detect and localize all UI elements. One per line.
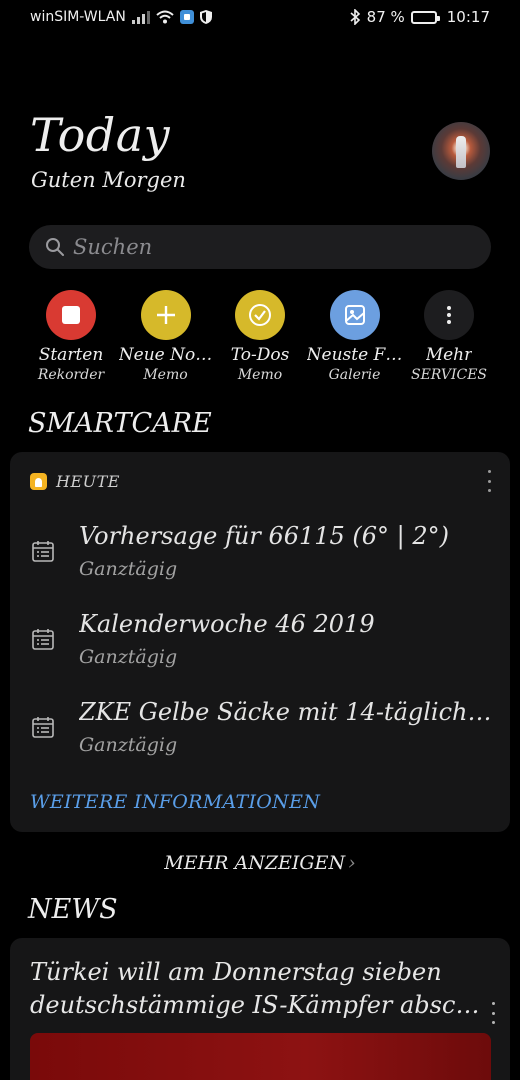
today-screen: winSIM-WLAN 87 % 10:17 Today Guten Morge… (0, 0, 520, 1080)
more-info-link[interactable]: WEITERE INFORMATIONEN (30, 791, 320, 813)
status-bar: winSIM-WLAN 87 % 10:17 (0, 0, 520, 34)
section-title-smartcare: SMARTCARE (28, 408, 212, 439)
battery-percent: 87 % (366, 8, 405, 26)
shortcut-label: To-Dos (230, 345, 290, 365)
record-icon[interactable] (46, 290, 96, 340)
chevron-right-icon: › (348, 852, 356, 874)
news-headline-line: deutschstämmige IS-Kämpfer abschi… (30, 991, 482, 1019)
search-icon (46, 238, 64, 256)
smartcare-card: HEUTE Vorhersage für 66115 (6° | 2°) Gan… (10, 452, 510, 832)
section-title-news: NEWS (28, 894, 118, 925)
card-header: HEUTE (30, 472, 120, 491)
plus-icon[interactable] (140, 290, 191, 340)
shortcut-more-services[interactable]: Mehr SERVICES (402, 290, 496, 383)
news-menu-icon[interactable] (490, 1002, 496, 1024)
bluetooth-icon (350, 9, 360, 25)
calendar-icon (32, 717, 54, 738)
search-input[interactable] (73, 235, 453, 259)
calendar-event[interactable]: Kalenderwoche 46 2019 Ganztägig (30, 610, 500, 680)
shortcut-todos[interactable]: To-Dos Memo (213, 290, 307, 383)
shortcut-label: Neuste F… (306, 345, 403, 365)
status-bar-right: 87 % 10:17 (349, 8, 490, 26)
event-subtitle: Ganztägig (79, 734, 178, 756)
card-header-label: HEUTE (56, 472, 120, 491)
shortcuts-row: Starten Rekorder Neue No… Memo To-Dos Me… (24, 290, 496, 383)
news-image (30, 1033, 491, 1080)
shield-icon (199, 10, 212, 24)
show-more-button[interactable]: MEHR ANZEIGEN › (0, 852, 520, 874)
calendar-event[interactable]: Vorhersage für 66115 (6° | 2°) Ganztägig (30, 522, 500, 592)
calendar-event[interactable]: ZKE Gelbe Säcke mit 14-täglicher… Ganztä… (30, 698, 500, 768)
bell-icon (30, 473, 47, 490)
shortcut-recorder[interactable]: Starten Rekorder (24, 290, 118, 383)
shortcut-label: Neue No… (118, 345, 213, 365)
news-card[interactable]: Türkei will am Donnerstag sieben deutsch… (10, 938, 510, 1080)
shortcut-app: Memo (143, 367, 188, 383)
status-bar-left: winSIM-WLAN (30, 9, 212, 25)
shortcut-label: Starten (38, 345, 104, 365)
shortcut-app: Galerie (328, 367, 381, 383)
event-title: Kalenderwoche 46 2019 (79, 610, 375, 638)
event-title: Vorhersage für 66115 (6° | 2°) (79, 522, 450, 550)
event-subtitle: Ganztägig (79, 558, 178, 580)
news-headline: Türkei will am Donnerstag sieben deutsch… (30, 956, 482, 1022)
avatar[interactable] (432, 122, 490, 180)
calendar-icon (32, 629, 54, 650)
calendar-icon (32, 541, 54, 562)
greeting: Guten Morgen (31, 168, 186, 192)
card-menu-icon[interactable] (486, 470, 492, 492)
event-title: ZKE Gelbe Säcke mit 14-täglicher… (79, 698, 494, 726)
clock: 10:17 (446, 8, 490, 26)
shortcut-gallery[interactable]: Neuste F… Galerie (306, 290, 403, 383)
app-notification-icon (179, 10, 194, 24)
signal-icon (131, 10, 150, 24)
wifi-icon (156, 10, 174, 24)
shortcut-app: Memo (237, 367, 283, 383)
carrier-name: winSIM-WLAN (30, 9, 126, 25)
battery-icon (410, 10, 440, 24)
shortcut-app: Rekorder (37, 367, 105, 383)
search-bar[interactable] (29, 225, 491, 269)
shortcut-label: Mehr (425, 345, 473, 365)
gallery-icon[interactable] (329, 290, 380, 340)
more-vertical-icon[interactable] (424, 290, 474, 340)
check-icon[interactable] (235, 290, 285, 340)
event-subtitle: Ganztägig (79, 646, 178, 668)
page-title: Today (30, 108, 171, 162)
show-more-label: MEHR ANZEIGEN (164, 852, 346, 874)
shortcut-new-note[interactable]: Neue No… Memo (119, 290, 213, 383)
shortcut-app: SERVICES (410, 367, 487, 383)
news-headline-line: Türkei will am Donnerstag sieben (30, 958, 442, 986)
